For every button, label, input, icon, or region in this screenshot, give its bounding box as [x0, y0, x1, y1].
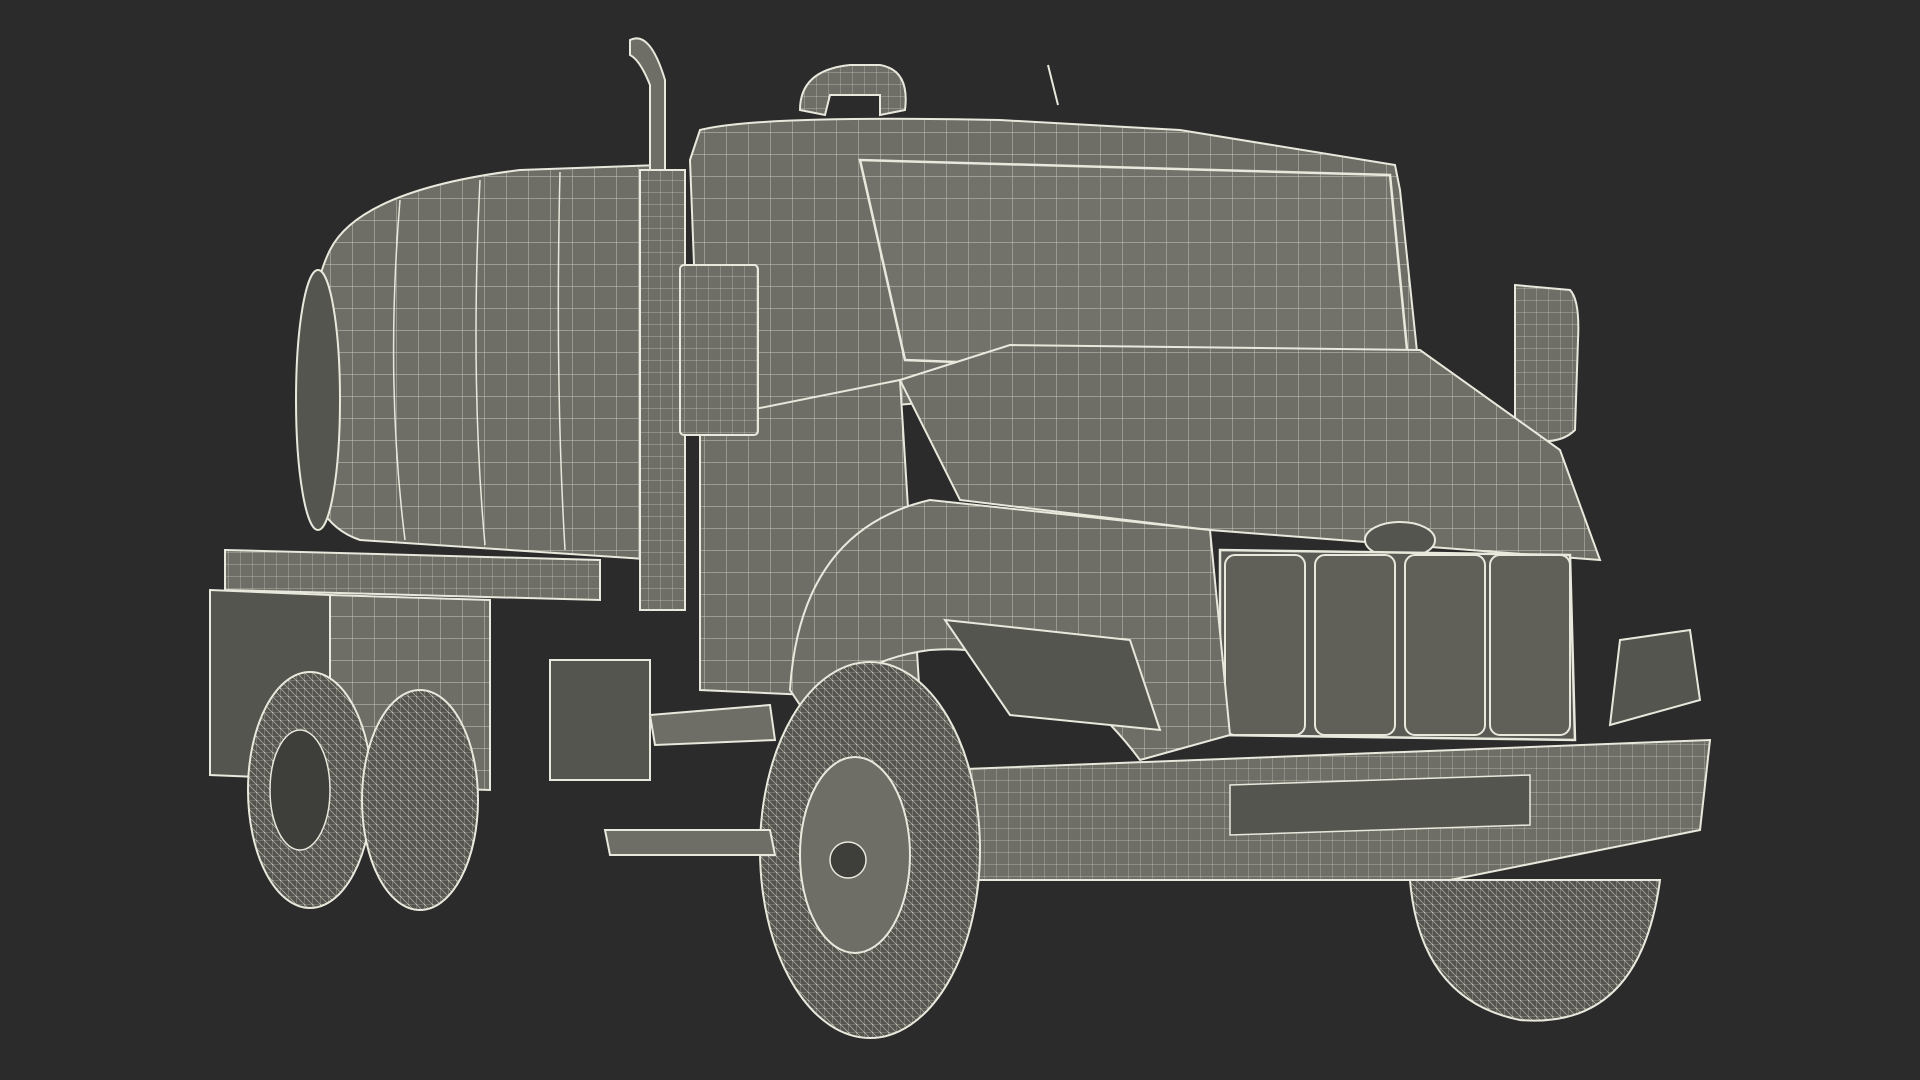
- right-mirror: [1514, 283, 1580, 443]
- truck-wireframe-render: [209, 37, 1712, 1039]
- front-bumper: [938, 738, 1712, 881]
- grille: [1218, 548, 1577, 742]
- right-headlight: [1608, 628, 1702, 727]
- render-viewport: [0, 0, 1920, 1080]
- tank: [295, 163, 661, 562]
- left-mirror: [679, 264, 759, 436]
- front-left-wheel: [759, 661, 981, 1039]
- vent-pipe: [798, 64, 1059, 117]
- front-right-wheel: [1408, 879, 1662, 1022]
